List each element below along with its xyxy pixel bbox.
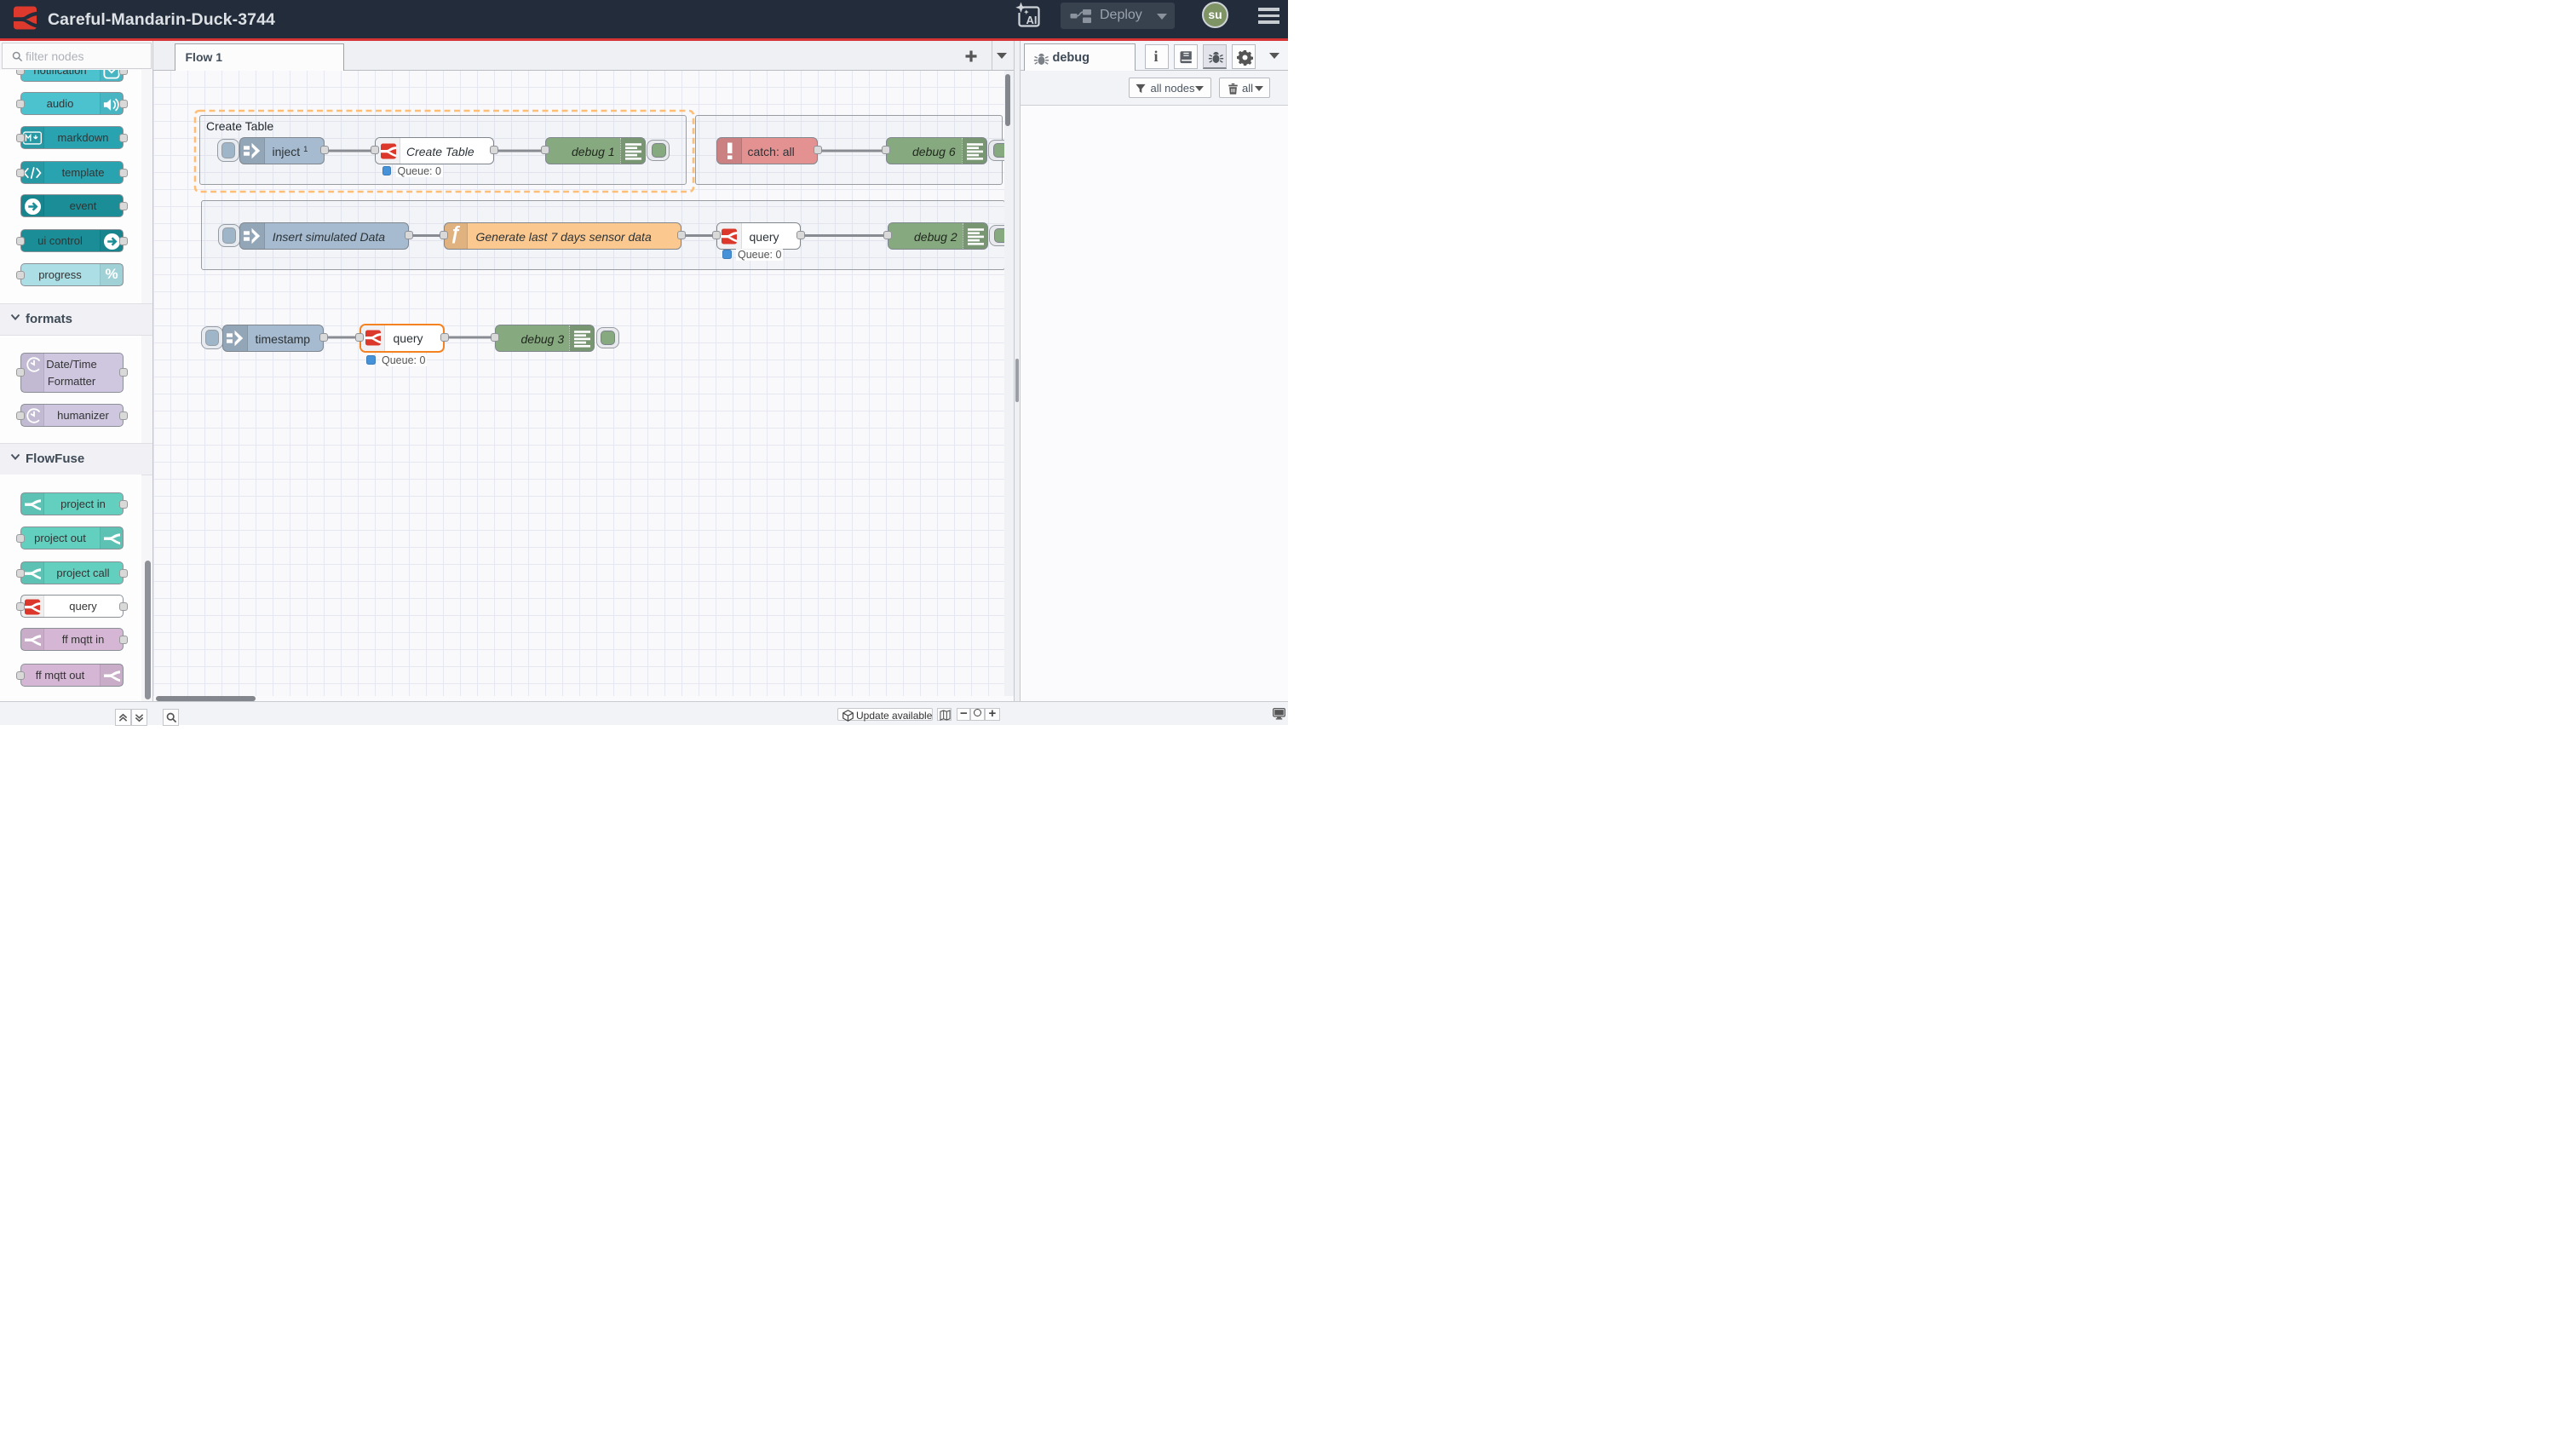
svg-text:AI: AI bbox=[1026, 14, 1038, 26]
